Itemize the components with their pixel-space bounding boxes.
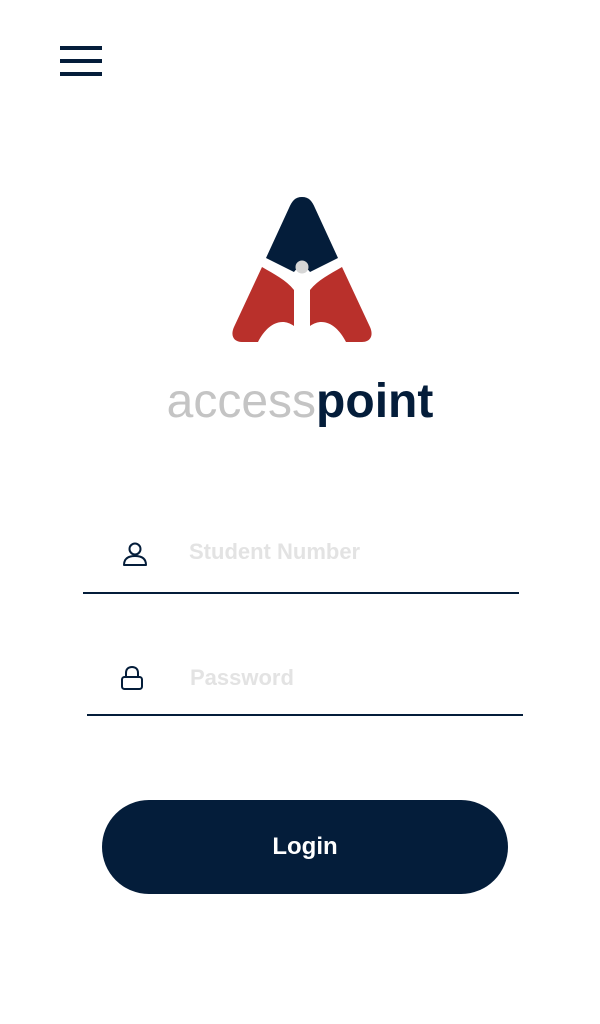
logo-left-leg bbox=[232, 267, 294, 342]
password-input[interactable] bbox=[190, 662, 510, 694]
menu-bar-top bbox=[60, 46, 102, 50]
brand-name-bold: point bbox=[316, 375, 434, 428]
logo-right-leg bbox=[310, 267, 372, 342]
menu-bar-middle bbox=[60, 59, 102, 63]
student-number-underline bbox=[83, 592, 519, 594]
password-field bbox=[87, 656, 523, 716]
accesspoint-logo-icon bbox=[232, 197, 372, 342]
logo-dot bbox=[295, 260, 309, 274]
login-button[interactable]: Login bbox=[102, 800, 508, 894]
student-number-field bbox=[83, 534, 519, 594]
password-underline bbox=[87, 714, 523, 716]
lock-icon bbox=[121, 665, 143, 690]
student-number-input[interactable] bbox=[189, 536, 509, 568]
brand-name-light: access bbox=[166, 375, 317, 428]
hamburger-menu-icon[interactable] bbox=[60, 44, 102, 78]
user-icon bbox=[123, 542, 147, 566]
brand-wordmark: accesspoint bbox=[0, 372, 600, 432]
menu-bar-bottom bbox=[60, 72, 102, 76]
